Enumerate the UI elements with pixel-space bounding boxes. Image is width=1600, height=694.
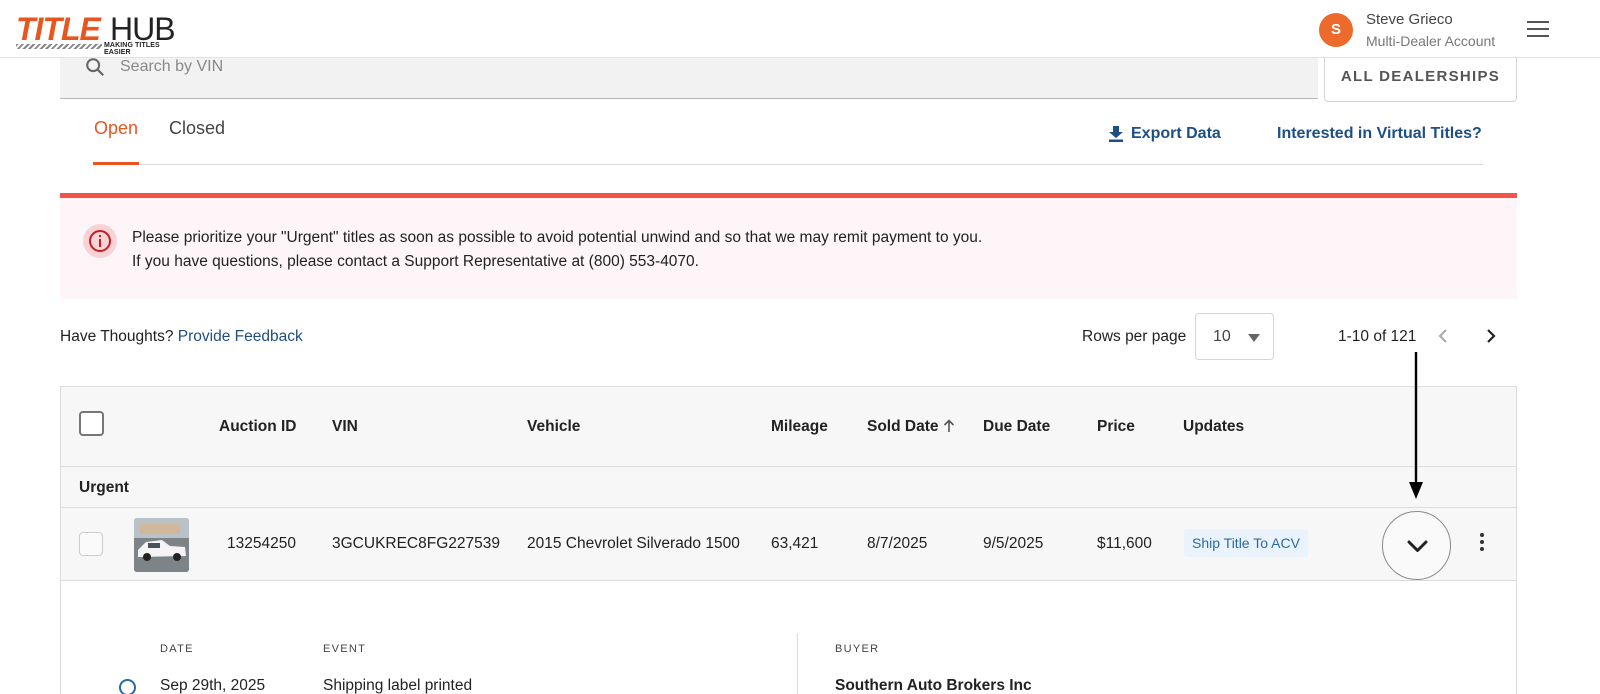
feedback-prefix: Have Thoughts? bbox=[60, 328, 174, 345]
chevron-left-icon[interactable] bbox=[1432, 324, 1456, 348]
logo-tagline: MAKING TITLES EASIER bbox=[104, 42, 160, 56]
logo-hub: HUB bbox=[110, 11, 176, 47]
cell-due-date: 9/5/2025 bbox=[983, 535, 1044, 552]
cell-mileage: 63,421 bbox=[771, 535, 819, 552]
table-header: Auction ID VIN Vehicle Mileage Sold Date… bbox=[61, 387, 1516, 467]
download-icon bbox=[1109, 126, 1123, 142]
chevron-right-icon[interactable] bbox=[1478, 324, 1502, 348]
search-icon bbox=[86, 58, 105, 77]
alert-message-line-1: Please prioritize your "Urgent" titles a… bbox=[132, 229, 983, 246]
info-icon bbox=[89, 230, 111, 252]
account-type: Multi-Dealer Account bbox=[1366, 33, 1496, 49]
rows-per-page-select[interactable]: 10 bbox=[1195, 313, 1274, 360]
titles-table: Auction ID VIN Vehicle Mileage Sold Date… bbox=[60, 386, 1517, 694]
title-hub-logo[interactable]: TITLE HUB MAKING TITLES EASIER bbox=[16, 11, 186, 56]
row-detail-panel: DATE EVENT BUYER Sep 29th, 2025 Shipping… bbox=[61, 581, 1516, 694]
column-vin[interactable]: VIN bbox=[332, 418, 358, 436]
tab-closed[interactable]: Closed bbox=[169, 118, 225, 139]
buyer-name: Southern Auto Brokers Inc bbox=[835, 677, 1032, 694]
column-vehicle[interactable]: Vehicle bbox=[527, 418, 580, 436]
export-data-link[interactable]: Export Data bbox=[1109, 125, 1221, 143]
sort-arrow-up-icon bbox=[943, 419, 954, 432]
status-tabs: Open Closed Export Data Interested in Vi… bbox=[93, 107, 1483, 165]
column-sold-date[interactable]: Sold Date bbox=[867, 418, 955, 436]
column-due-date[interactable]: Due Date bbox=[983, 418, 1050, 436]
export-data-label: Export Data bbox=[1131, 125, 1221, 142]
column-mileage[interactable]: Mileage bbox=[771, 418, 828, 436]
pagination-range: 1-10 of 121 bbox=[1338, 328, 1417, 345]
detail-header-date: DATE bbox=[160, 643, 194, 655]
rows-per-page-label: Rows per page bbox=[1082, 328, 1187, 345]
annotation-arrow-icon bbox=[1409, 352, 1423, 499]
table-row[interactable]: 13254250 3GCUKREC8FG227539 2015 Chevrole… bbox=[61, 508, 1516, 581]
cell-auction-id: 13254250 bbox=[227, 535, 296, 552]
urgent-alert: Please prioritize your "Urgent" titles a… bbox=[60, 198, 1517, 299]
detail-header-event: EVENT bbox=[323, 643, 367, 655]
column-sold-date-label: Sold Date bbox=[867, 418, 939, 435]
row-checkbox[interactable] bbox=[79, 532, 103, 556]
vehicle-thumbnail[interactable] bbox=[134, 518, 189, 572]
alert-message-line-2: If you have questions, please contact a … bbox=[132, 253, 699, 270]
event-description: Shipping label printed bbox=[323, 677, 473, 694]
group-label: Urgent bbox=[79, 479, 129, 496]
caret-down-icon bbox=[1248, 334, 1260, 342]
column-price[interactable]: Price bbox=[1097, 418, 1135, 436]
column-updates[interactable]: Updates bbox=[1183, 418, 1244, 436]
group-row-urgent: Urgent bbox=[61, 467, 1516, 508]
cell-vin: 3GCUKREC8FG227539 bbox=[332, 535, 500, 552]
logo-stripe bbox=[16, 44, 102, 49]
logo-title: TITLE bbox=[16, 11, 101, 47]
user-avatar[interactable]: S bbox=[1319, 13, 1353, 47]
expand-row-button[interactable] bbox=[1382, 511, 1451, 580]
chevron-down-icon bbox=[1407, 540, 1428, 552]
hamburger-menu-icon[interactable] bbox=[1527, 21, 1549, 37]
update-status-badge[interactable]: Ship Title To ACV bbox=[1184, 529, 1308, 557]
cell-sold-date: 8/7/2025 bbox=[867, 535, 928, 552]
virtual-titles-link[interactable]: Interested in Virtual Titles? bbox=[1277, 125, 1482, 143]
more-options-icon[interactable] bbox=[1479, 533, 1485, 553]
select-all-checkbox[interactable] bbox=[79, 411, 104, 436]
rows-per-page-value: 10 bbox=[1213, 328, 1231, 345]
timeline-dot-icon bbox=[119, 679, 136, 694]
provide-feedback-link[interactable]: Provide Feedback bbox=[178, 328, 303, 345]
cell-vehicle: 2015 Chevrolet Silverado 1500 bbox=[527, 535, 740, 552]
column-auction-id[interactable]: Auction ID bbox=[219, 418, 297, 436]
event-date: Sep 29th, 2025 bbox=[160, 677, 266, 694]
detail-divider bbox=[797, 633, 798, 694]
alert-icon-wrap bbox=[83, 224, 117, 258]
detail-header-buyer: BUYER bbox=[835, 643, 880, 655]
tab-open[interactable]: Open bbox=[93, 118, 140, 165]
feedback-prompt: Have Thoughts? Provide Feedback bbox=[60, 328, 303, 346]
cell-price: $11,600 bbox=[1097, 535, 1152, 552]
user-name: Steve Grieco bbox=[1366, 11, 1453, 28]
app-header: TITLE HUB MAKING TITLES EASIER S Steve G… bbox=[0, 0, 1600, 58]
